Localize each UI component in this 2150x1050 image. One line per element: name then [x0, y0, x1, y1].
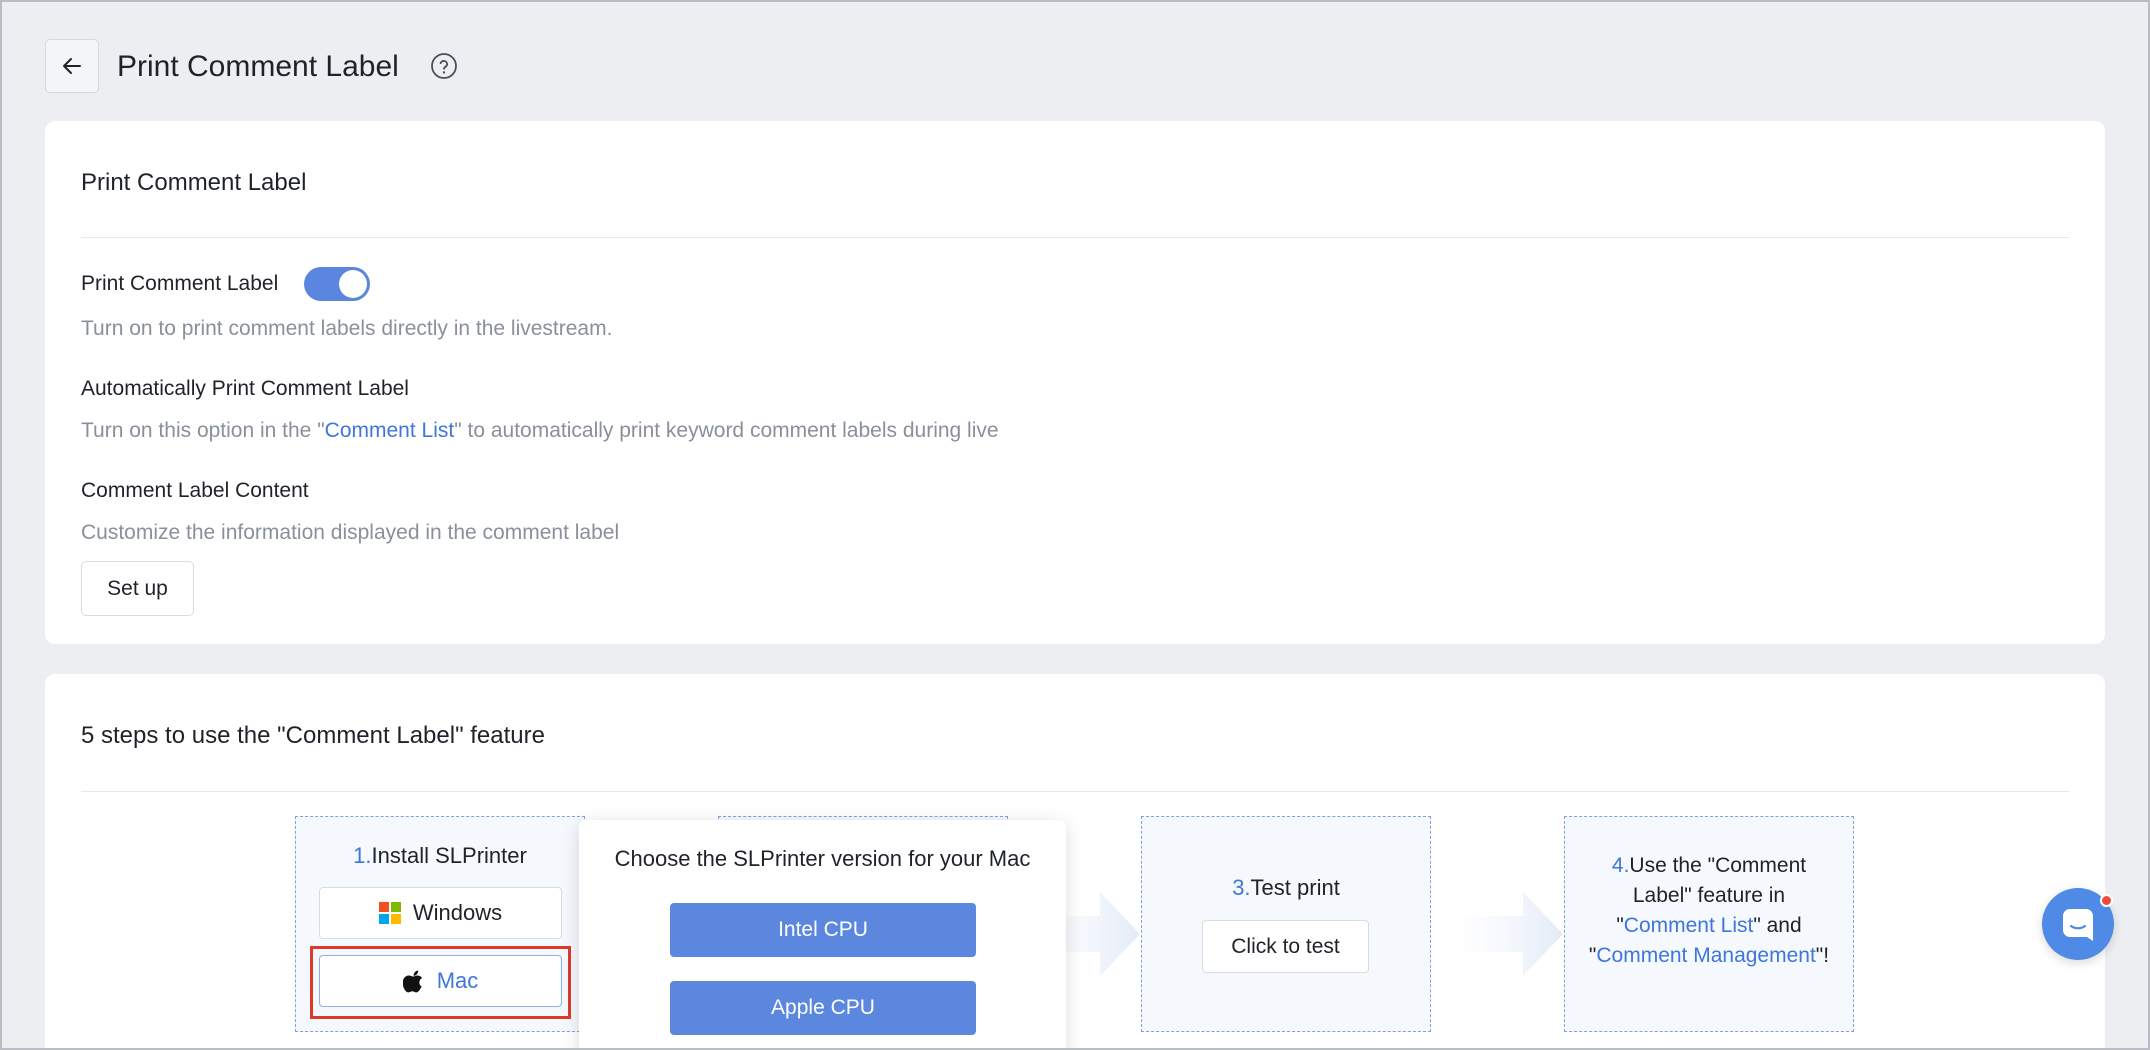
step-install: 1.Install SLPrinter Windows Mac [295, 816, 585, 1032]
apple-icon [402, 970, 422, 993]
print-label-title: Print Comment Label [81, 272, 279, 295]
toggle-knob [339, 270, 367, 298]
steps-card: 5 steps to use the "Comment Label" featu… [45, 674, 2105, 1050]
label-content-title: Comment Label Content [81, 479, 309, 502]
step4-text-c: "! [1815, 944, 1830, 967]
mac-label: Mac [436, 968, 479, 993]
setup-button[interactable]: Set up [81, 561, 194, 616]
arrow-right-icon [1453, 892, 1563, 976]
mac-download-button[interactable]: Mac [319, 955, 562, 1007]
auto-print-desc-prefix: Turn on this option in the " [81, 419, 325, 442]
divider [81, 237, 2069, 238]
settings-card-title: Print Comment Label [81, 169, 307, 196]
settings-card: Print Comment Label Print Comment Label … [45, 121, 2105, 644]
intel-cpu-button[interactable]: Intel CPU [670, 903, 976, 957]
step1-label: Install SLPrinter [371, 843, 527, 868]
step-test-print: 3.Test print Click to test [1141, 816, 1431, 1032]
apple-cpu-button[interactable]: Apple CPU [670, 981, 976, 1035]
step1-title: 1.Install SLPrinter [296, 843, 584, 869]
arrow-left-icon [63, 58, 81, 74]
divider [81, 791, 2069, 792]
auto-print-desc-suffix: " to automatically print keyword comment… [454, 419, 999, 442]
auto-print-title: Automatically Print Comment Label [81, 377, 409, 400]
step3-label: Test print [1250, 875, 1340, 900]
notification-dot [2100, 894, 2113, 907]
step-use-feature: 4.Use the "Comment Label" feature in "Co… [1564, 816, 1854, 1032]
click-to-test-button[interactable]: Click to test [1202, 920, 1369, 973]
print-label-description: Turn on to print comment labels directly… [81, 317, 613, 340]
back-button[interactable] [45, 39, 99, 93]
steps-card-title: 5 steps to use the "Comment Label" featu… [81, 722, 545, 749]
mac-version-popover: Choose the SLPrinter version for your Ma… [579, 820, 1066, 1050]
step3-title: 3.Test print [1142, 875, 1430, 901]
popover-title: Choose the SLPrinter version for your Ma… [614, 846, 1031, 871]
step4-number: 4. [1611, 854, 1630, 877]
windows-download-button[interactable]: Windows [319, 887, 562, 939]
windows-icon [378, 902, 401, 924]
comment-list-link[interactable]: Comment List [1624, 914, 1754, 937]
page-title: Print Comment Label [117, 50, 399, 83]
step1-number: 1. [353, 843, 372, 868]
comment-list-link[interactable]: Comment List [325, 419, 455, 442]
print-label-toggle[interactable] [304, 267, 370, 301]
step4-text: 4.Use the "Comment Label" feature in "Co… [1585, 851, 1833, 971]
comment-management-link[interactable]: Comment Management [1596, 944, 1815, 967]
question-circle-icon[interactable] [430, 52, 458, 80]
windows-label: Windows [412, 900, 503, 925]
auto-print-description: Turn on this option in the "Comment List… [81, 419, 999, 443]
label-content-description: Customize the information displayed in t… [81, 521, 620, 544]
step3-number: 3. [1232, 875, 1251, 900]
chat-icon [2063, 909, 2093, 941]
